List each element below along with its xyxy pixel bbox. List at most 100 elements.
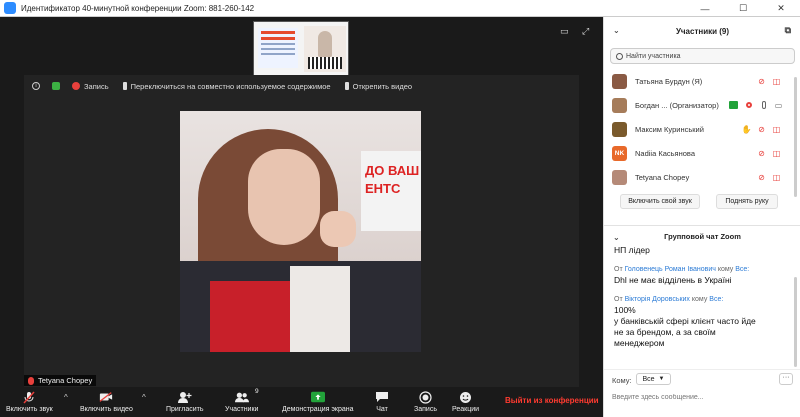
chat-sender-line: От Головенець Роман Іванович кому Все:	[614, 266, 750, 273]
avatar	[612, 121, 627, 137]
meeting-toolbar: Включить звук ^ Включить видео ^ Приглас…	[0, 387, 603, 417]
chat-scrollbar[interactable]	[794, 277, 797, 367]
participant-name: Богдан ... (Организатор)	[635, 100, 719, 110]
switch-label: Переключиться на совместно используемое …	[130, 81, 331, 91]
zoom-logo-icon	[4, 2, 16, 14]
search-icon	[616, 52, 623, 60]
camera-off-icon	[99, 391, 113, 403]
participant-row[interactable]: Tetyana Chopey ⊘ ◫	[604, 165, 800, 189]
active-video-panel[interactable]: i Запись Переключиться на совместно испо…	[24, 75, 579, 401]
pin-icon	[122, 82, 127, 90]
recording-indicator[interactable]: Запись	[72, 82, 109, 91]
chat-icon	[375, 391, 389, 403]
info-button[interactable]: i	[32, 82, 44, 90]
chat-messages: НП лідер От Головенець Роман Іванович ко…	[614, 245, 789, 349]
more-options-button[interactable]: ···	[779, 373, 793, 385]
camera-on-icon[interactable]: ▭	[774, 101, 783, 110]
chat-sender-name[interactable]: Вікторія Доровських	[625, 296, 690, 303]
leave-meeting-button[interactable]: Выйти из конференции	[505, 396, 599, 405]
dropdown-arrow-icon: ▼	[658, 376, 665, 382]
participant-name: Tetyana Chopey	[635, 172, 690, 182]
fullscreen-icon[interactable]: ⤢	[582, 26, 589, 37]
background-sign: ДО ВАШ ЕНТС	[361, 151, 421, 231]
invite-button[interactable]: Пригласить	[166, 387, 203, 417]
reactions-button[interactable]: Реакции	[452, 387, 479, 417]
start-video-button[interactable]: Включить видео	[80, 387, 133, 417]
chat-sender-line: От Вікторія Доровських кому Все:	[614, 296, 724, 303]
collapse-chat-icon[interactable]: ⌄	[613, 233, 620, 242]
unpin-video-button[interactable]: Открепить видео	[344, 81, 413, 91]
participants-title: Участники (9)	[675, 26, 730, 36]
mic-muted-icon[interactable]: ⊘	[757, 149, 766, 158]
record-icon	[418, 390, 432, 404]
recipient-dropdown[interactable]: Все ▼	[636, 373, 671, 385]
chat-sender-name[interactable]: Головенець Роман Іванович	[625, 266, 716, 273]
window-title: Идентификатор 40-минутной конференции Zo…	[21, 3, 255, 13]
chat-title: Групповой чат Zoom	[664, 232, 741, 241]
chat-recipient: Все:	[709, 296, 724, 303]
lock-icon	[52, 82, 60, 90]
participants-scrollbar[interactable]	[794, 77, 797, 197]
collapse-participants-icon[interactable]: ⌄	[613, 26, 620, 35]
search-placeholder: Найти участника	[626, 52, 681, 60]
participants-icon	[234, 391, 249, 403]
participant-row[interactable]: Максим Куринський ✋ ⊘ ◫	[604, 117, 800, 141]
chat-button[interactable]: Чат	[375, 387, 389, 417]
close-button[interactable]: ✕	[762, 0, 800, 17]
mic-muted-icon[interactable]: ⊘	[757, 125, 766, 134]
participant-name: Максим Куринський	[635, 124, 704, 134]
chat-header: ⌄ Групповой чат Zoom	[604, 225, 800, 242]
participant-search[interactable]: Найти участника	[610, 48, 795, 64]
camera-off-icon[interactable]: ◫	[772, 149, 781, 158]
popout-icon[interactable]: ⧉	[785, 25, 791, 36]
unpin-label: Открепить видео	[352, 81, 413, 91]
unmute-self-button[interactable]: Включить свой звук	[620, 194, 700, 209]
record-button[interactable]: Запись	[414, 387, 437, 417]
participants-count-badge: 9	[255, 388, 259, 395]
minimize-button[interactable]: —	[686, 0, 724, 17]
participant-row[interactable]: Богдан ... (Организатор) ▭	[604, 93, 800, 117]
recording-indicator-icon	[744, 101, 753, 110]
participants-button[interactable]: Участники 9	[225, 387, 259, 417]
title-bar: Идентификатор 40-минутной конференции Zo…	[0, 0, 800, 17]
chat-compose: Кому: Все ▼ ···	[604, 369, 800, 417]
mic-muted-icon	[28, 376, 34, 385]
avatar	[612, 73, 627, 89]
chat-message-input[interactable]	[612, 390, 792, 404]
add-user-icon	[177, 391, 192, 403]
camera-off-icon[interactable]: ◫	[772, 173, 781, 182]
audio-options-caret[interactable]: ^	[64, 393, 68, 402]
share-screen-button[interactable]: Демонстрация экрана	[282, 387, 354, 417]
participant-row[interactable]: NK Nadiia Касьянова ⊘ ◫	[604, 141, 800, 165]
pin-icon	[344, 82, 349, 90]
recording-label: Запись	[84, 81, 109, 91]
participants-header: ⌄ Участники (9) ⧉	[604, 17, 800, 45]
smiley-icon	[459, 391, 473, 403]
unmute-button[interactable]: Включить звук	[6, 387, 53, 417]
camera-off-icon[interactable]: ◫	[772, 125, 781, 134]
video-info-bar: i Запись Переключиться на совместно испо…	[24, 75, 579, 97]
avatar	[612, 97, 627, 113]
shared-screen-thumbnail[interactable]	[253, 21, 349, 76]
video-options-caret[interactable]: ^	[142, 393, 146, 402]
maximize-button[interactable]: ☐	[724, 0, 762, 17]
encryption-indicator[interactable]	[52, 82, 64, 90]
mic-muted-icon[interactable]: ⊘	[757, 173, 766, 182]
mic-muted-icon[interactable]: ⊘	[757, 77, 766, 86]
mic-off-icon	[22, 390, 36, 404]
record-icon	[72, 82, 80, 90]
mic-on-icon[interactable]	[759, 101, 768, 110]
chat-message: 100%	[614, 305, 636, 315]
share-screen-icon	[310, 391, 325, 403]
participant-name: Татьяна Бурдун (Я)	[635, 76, 703, 86]
slide-preview	[258, 28, 298, 68]
avatar: NK	[612, 145, 627, 161]
view-mode-icon[interactable]: ▭	[560, 26, 569, 37]
speaker-preview	[304, 26, 346, 72]
switch-to-shared-button[interactable]: Переключиться на совместно используемое …	[122, 81, 331, 91]
camera-off-icon[interactable]: ◫	[772, 77, 781, 86]
avatar	[612, 169, 627, 185]
raise-hand-button[interactable]: Поднять руку	[716, 194, 778, 209]
participant-row[interactable]: Татьяна Бурдун (Я) ⊘ ◫	[604, 69, 800, 93]
raised-hand-icon: ✋	[741, 124, 752, 134]
